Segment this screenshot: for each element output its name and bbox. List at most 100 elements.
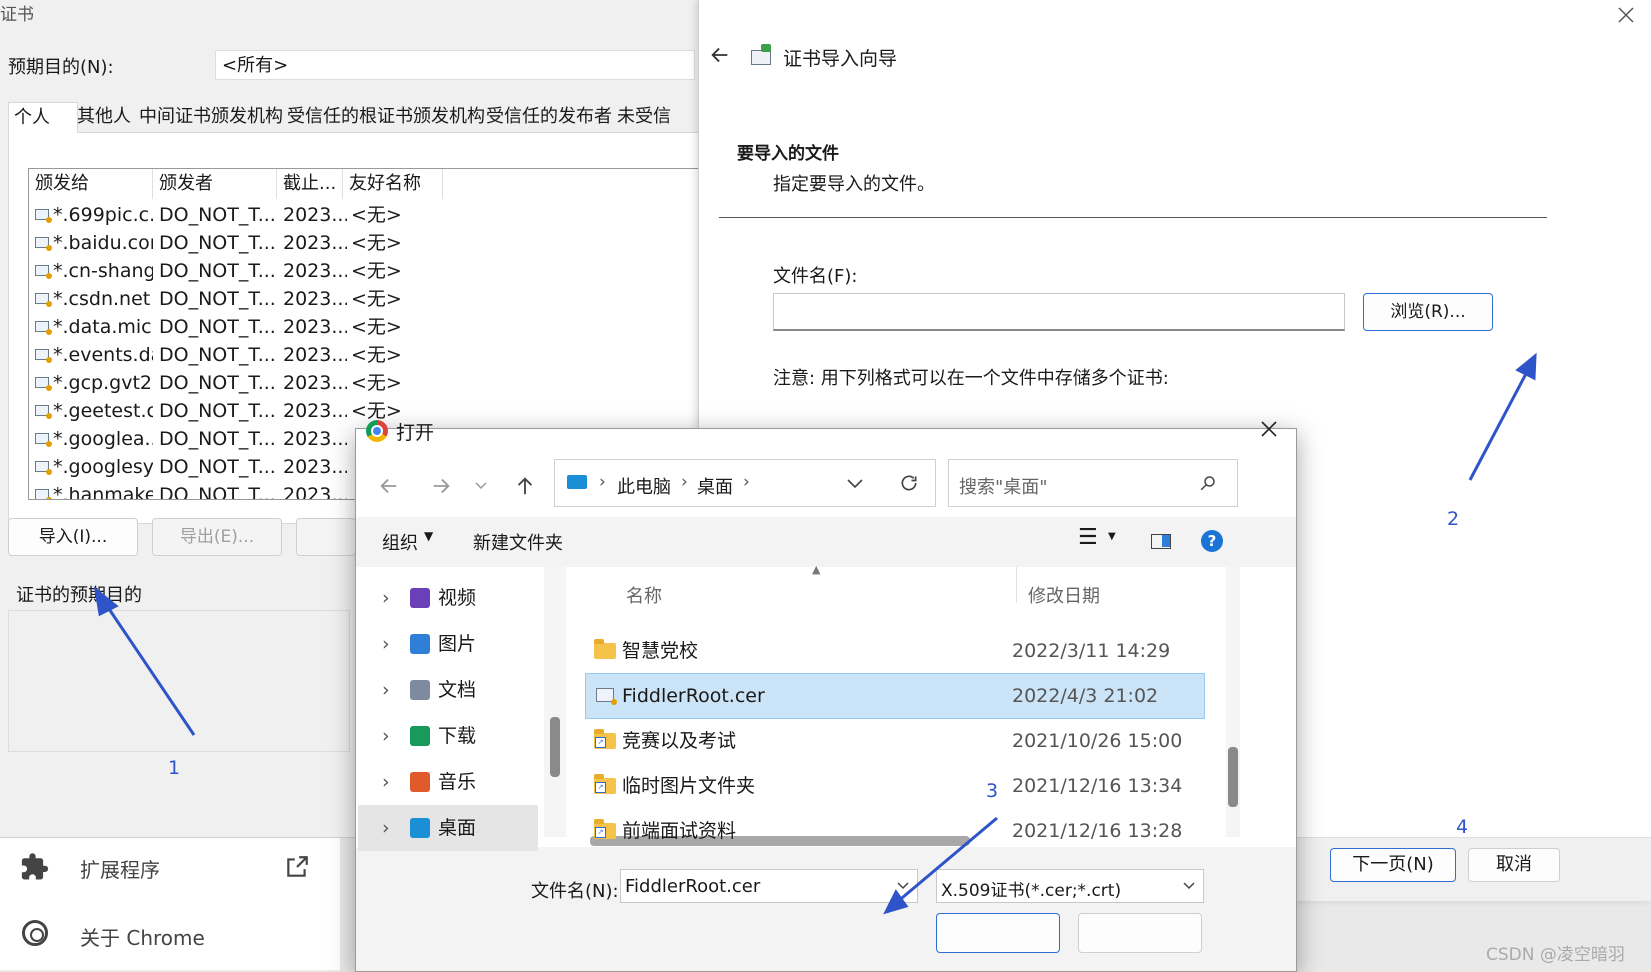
up-icon[interactable] <box>514 475 536 497</box>
table-row[interactable]: *.events.da... DO_NOT_T... 2023...<无> <box>29 341 719 369</box>
chevron-right-icon[interactable]: › <box>382 805 390 851</box>
file-date: 2022/3/11 14:29 <box>1012 640 1171 662</box>
close-icon[interactable] <box>1617 6 1635 24</box>
column-issued-by[interactable]: 颁发者 <box>153 169 277 199</box>
cell-expiration: 2023... <box>283 260 347 282</box>
chevron-down-icon <box>1183 882 1195 890</box>
table-row[interactable]: *.baidu.com DO_NOT_T... 2023...<无> <box>29 229 719 257</box>
nav-item-label: 下载 <box>438 725 477 747</box>
preview-pane-icon[interactable] <box>1151 534 1171 549</box>
dialog-cancel-button[interactable] <box>1078 913 1202 953</box>
cell-issued-by: DO_NOT_T... <box>159 428 276 450</box>
refresh-icon[interactable] <box>899 473 919 493</box>
table-row[interactable]: *.gcp.gvt2.... DO_NOT_T... 2023...<无> <box>29 369 719 397</box>
organize-button[interactable]: 组织 <box>382 529 418 555</box>
new-folder-button[interactable]: 新建文件夹 <box>473 529 563 555</box>
folder-icon <box>594 639 616 659</box>
tab-untrusted[interactable]: 未受信 <box>612 102 676 132</box>
nav-item-video[interactable]: › 视频 <box>358 575 538 621</box>
help-icon[interactable]: ? <box>1201 530 1223 552</box>
column-friendly-name[interactable]: 友好名称 <box>343 169 443 199</box>
back-arrow-icon[interactable] <box>709 44 731 66</box>
column-date-modified[interactable]: 修改日期 <box>1028 582 1100 608</box>
certificate-icon <box>35 349 52 363</box>
annotation-number-3: 3 <box>986 780 999 802</box>
nav-scrollbar-thumb[interactable] <box>550 717 560 777</box>
cell-issued-to: *.baidu.com <box>53 232 153 254</box>
open-in-new-icon <box>287 856 308 877</box>
purpose-group-label: 证书的预期目的 <box>16 581 142 607</box>
tab-trusted-publishers[interactable]: 受信任的发布者 <box>481 102 617 132</box>
browse-button[interactable]: 浏览(R)... <box>1363 293 1493 331</box>
table-row[interactable]: *.699pic.c... DO_NOT_T... 2023...<无> <box>29 201 719 229</box>
cell-friendly-name: <无> <box>351 288 402 310</box>
open-button[interactable] <box>936 913 1060 953</box>
close-icon[interactable] <box>1260 420 1278 438</box>
address-bar[interactable]: › 此电脑 › 桌面 › <box>554 459 936 507</box>
column-name[interactable]: 名称 <box>626 582 662 608</box>
cancel-button[interactable]: 取消 <box>1468 848 1560 882</box>
cell-issued-to: *.events.da... <box>53 344 153 366</box>
file-row[interactable]: ↗ 竞赛以及考试 2021/10/26 15:00 <box>586 719 1204 763</box>
chevron-right-icon[interactable]: › <box>382 621 390 667</box>
back-icon[interactable] <box>378 475 400 497</box>
filename-combobox[interactable]: FiddlerRoot.cer <box>620 869 918 903</box>
search-placeholder: 搜索"桌面" <box>959 477 1048 498</box>
nav-scrollbar[interactable] <box>544 567 566 837</box>
caret-down-icon[interactable]: ▼ <box>1108 531 1116 542</box>
chevron-right-icon[interactable]: › <box>382 575 390 621</box>
nav-item-music[interactable]: › 音乐 <box>358 759 538 805</box>
certificate-icon <box>35 377 52 391</box>
nav-item-download[interactable]: › 下载 <box>358 713 538 759</box>
file-name: FiddlerRoot.cer <box>622 685 765 707</box>
table-row[interactable]: *.data.micr... DO_NOT_T... 2023...<无> <box>29 313 719 341</box>
sort-up-icon: ▲ <box>812 563 821 576</box>
nav-item-desktop[interactable]: › 桌面 <box>358 805 538 851</box>
table-row[interactable]: *.csdn.net DO_NOT_T... 2023... <无> <box>29 285 719 313</box>
nav-item-label: 视频 <box>438 587 477 609</box>
cell-expiration: 2023... <box>283 484 347 500</box>
breadcrumb-desktop[interactable]: 桌面 <box>697 473 733 499</box>
view-options-icon[interactable]: ☰ <box>1078 525 1098 550</box>
extensions-item[interactable]: 扩展程序 <box>0 838 340 898</box>
remove-button[interactable] <box>296 518 356 556</box>
column-expiration[interactable]: 截止... <box>277 169 343 199</box>
file-row[interactable]: ↗ 临时图片文件夹 2021/12/16 13:34 <box>586 764 1204 808</box>
cell-issued-to: *.csdn.net <box>53 288 151 310</box>
cell-issued-by: DO_NOT_T... <box>159 456 276 478</box>
next-button[interactable]: 下一页(N) <box>1330 848 1456 882</box>
chevron-right-icon[interactable]: › <box>382 759 390 805</box>
tab-intermediate-ca[interactable]: 中间证书颁发机构 <box>134 102 288 132</box>
purpose-dropdown[interactable]: <所有> <box>215 50 695 80</box>
about-chrome-item[interactable]: 关于 Chrome <box>0 900 340 970</box>
nav-item-documents[interactable]: › 文档 <box>358 667 538 713</box>
chevron-right-icon[interactable]: › <box>382 667 390 713</box>
file-row[interactable]: ↗ 前端面试资料 2021/12/16 13:28 <box>586 809 1204 853</box>
search-box[interactable]: 搜索"桌面" <box>948 459 1238 507</box>
file-type-dropdown[interactable]: X.509证书(*.cer;*.crt) <box>936 869 1204 903</box>
file-scrollbar-thumb[interactable] <box>1228 747 1238 807</box>
tab-trusted-root-ca[interactable]: 受信任的根证书颁发机构 <box>282 102 490 132</box>
filename-input[interactable] <box>773 293 1345 331</box>
tab-other-people[interactable]: 其他人 <box>72 102 136 132</box>
chevron-down-icon[interactable] <box>897 882 909 891</box>
certificate-icon <box>35 237 52 251</box>
cell-issued-by: DO_NOT_T... <box>159 344 276 366</box>
column-issued-to[interactable]: 颁发给 <box>29 169 153 199</box>
cell-issued-by: DO_NOT_T... <box>159 288 276 310</box>
import-button[interactable]: 导入(I)... <box>8 518 138 556</box>
table-row[interactable]: *.cn-shang... DO_NOT_T... 2023...<无> <box>29 257 719 285</box>
breadcrumb-this-pc[interactable]: 此电脑 <box>617 473 671 499</box>
export-button[interactable]: 导出(E)... <box>152 518 282 556</box>
cell-expiration: 2023... <box>283 204 347 226</box>
file-row[interactable]: FiddlerRoot.cer 2022/4/3 21:02 <box>585 673 1205 719</box>
file-row[interactable]: 智慧党校 2022/3/11 14:29 <box>586 629 1204 673</box>
nav-item-pictures[interactable]: › 图片 <box>358 621 538 667</box>
recent-locations-icon[interactable] <box>474 479 488 493</box>
chevron-down-icon[interactable] <box>847 478 863 490</box>
file-scrollbar[interactable] <box>1226 567 1240 837</box>
forward-icon[interactable] <box>430 475 452 497</box>
tab-personal[interactable]: 个人 <box>8 102 78 133</box>
cell-friendly-name: <无> <box>351 204 402 226</box>
chevron-right-icon[interactable]: › <box>382 713 390 759</box>
